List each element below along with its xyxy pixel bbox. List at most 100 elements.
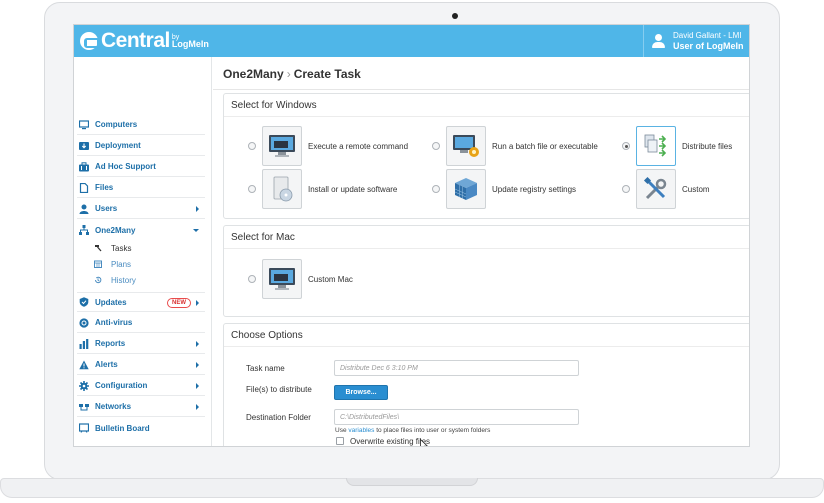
- sidebar-item-reports[interactable]: Reports: [77, 334, 205, 354]
- option-custom-mac[interactable]: Custom Mac: [248, 259, 353, 299]
- radio-button[interactable]: [622, 185, 630, 193]
- sidebar-item-one2many[interactable]: One2Many: [77, 220, 205, 240]
- user-menu[interactable]: David Gallant - LMI User of LogMeIn: [643, 25, 749, 57]
- sidebar-subitem-label: History: [111, 275, 136, 285]
- section-title: Select for Mac: [231, 232, 295, 243]
- sidebar-item-anti-virus[interactable]: Anti-virus: [77, 313, 205, 333]
- sidebar-item-deployment[interactable]: Deployment: [77, 136, 205, 156]
- option-label: Install or update software: [308, 184, 398, 194]
- option-run-batch-file[interactable]: Run a batch file or executable: [432, 126, 598, 166]
- chevron-right-icon: [196, 206, 199, 212]
- sidebar-item-label: Computers: [95, 120, 138, 129]
- browse-button[interactable]: Browse...: [334, 385, 388, 400]
- sidebar-subitem-label: Tasks: [111, 243, 132, 253]
- radio-button[interactable]: [432, 142, 440, 150]
- chevron-right-icon: [196, 341, 199, 347]
- gear-icon: [79, 380, 89, 391]
- sidebar-subitem-plans[interactable]: Plans: [94, 257, 131, 271]
- bar-chart-icon: [79, 338, 89, 349]
- chevron-right-icon: [196, 362, 199, 368]
- logo-byline: by LogMeIn: [171, 34, 209, 49]
- sidebar-item-networks[interactable]: Networks: [77, 397, 205, 417]
- chevron-down-icon: [193, 229, 199, 232]
- option-distribute-files[interactable]: Distribute files: [622, 126, 732, 166]
- sidebar-item-ad-hoc-support[interactable]: Ad Hoc Support: [77, 157, 205, 177]
- distribute-files-icon[interactable]: [636, 126, 676, 166]
- sidebar-item-configuration[interactable]: Configuration: [77, 376, 205, 396]
- task-name-label: Task name: [246, 364, 285, 373]
- user-name: David Gallant - LMI: [673, 31, 742, 40]
- sidebar-item-users[interactable]: Users: [77, 199, 205, 219]
- divider: [224, 248, 749, 249]
- install-software-icon[interactable]: [262, 169, 302, 209]
- sidebar-item-files[interactable]: Files: [77, 178, 205, 198]
- divider: [224, 116, 749, 117]
- logo-text: Central: [101, 29, 170, 52]
- breadcrumb-separator: ›: [286, 67, 291, 81]
- breadcrumb-parent[interactable]: One2Many: [223, 67, 284, 81]
- app-screen: Central by LogMeIn David Gallant - LMI U…: [73, 24, 750, 447]
- file-icon: [79, 182, 89, 193]
- option-custom[interactable]: Custom: [622, 169, 710, 209]
- board-icon: [78, 423, 90, 433]
- option-label: Distribute files: [682, 141, 733, 151]
- destination-folder-input[interactable]: C:\DistributedFiles\: [334, 409, 579, 425]
- mac-task-panel: Select for Mac Custom Mac: [223, 225, 749, 317]
- option-label: Run a batch file or executable: [492, 141, 598, 151]
- radio-button[interactable]: [622, 142, 630, 150]
- option-execute-remote-command[interactable]: Execute a remote command: [248, 126, 408, 166]
- logo-company: LogMeIn: [171, 39, 209, 49]
- custom-tools-icon[interactable]: [636, 169, 676, 209]
- execute-command-icon[interactable]: [262, 126, 302, 166]
- radio-button[interactable]: [248, 275, 256, 283]
- overwrite-label[interactable]: Overwrite existing files: [350, 437, 430, 446]
- variables-hint: Use variables to place files into user o…: [335, 427, 490, 434]
- main-content: One2Many › Create Task Select for Windows …: [213, 57, 749, 446]
- user-icon: [651, 34, 665, 48]
- top-header: Central by LogMeIn David Gallant - LMI U…: [74, 25, 749, 57]
- section-title: Select for Windows: [231, 100, 317, 111]
- user-icon: [79, 204, 89, 214]
- sidebar-item-bulletin-board[interactable]: Bulletin Board: [77, 418, 205, 438]
- history-icon: [94, 276, 102, 284]
- chevron-right-icon: [196, 404, 199, 410]
- task-name-input[interactable]: Distribute Dec 6 3:10 PM: [334, 360, 579, 376]
- sidebar-item-updates[interactable]: Updates NEW: [77, 292, 205, 312]
- option-label: Execute a remote command: [308, 141, 409, 151]
- batch-file-icon[interactable]: [446, 126, 486, 166]
- option-label: Update registry settings: [492, 184, 577, 194]
- sidebar-subitem-tasks[interactable]: Tasks: [94, 241, 131, 255]
- sidebar-item-alerts[interactable]: Alerts: [77, 355, 205, 375]
- destination-folder-label: Destination Folder: [246, 413, 311, 422]
- files-to-distribute-label: File(s) to distribute: [246, 385, 312, 394]
- download-icon: [79, 141, 89, 151]
- option-install-software[interactable]: Install or update software: [248, 169, 397, 209]
- custom-mac-icon[interactable]: [262, 259, 302, 299]
- option-update-registry[interactable]: Update registry settings: [432, 169, 576, 209]
- choose-options-panel: Choose Options Task name Distribute Dec …: [223, 323, 749, 446]
- laptop-notch: [346, 478, 478, 486]
- central-logo[interactable]: Central by LogMeIn: [80, 29, 209, 53]
- radio-button[interactable]: [432, 185, 440, 193]
- radio-button[interactable]: [248, 185, 256, 193]
- sidebar-item-label: Files: [95, 183, 114, 192]
- sidebar-subitem-label: Plans: [111, 259, 132, 269]
- chevron-right-icon: [196, 300, 199, 306]
- sidebar-subitem-history[interactable]: History: [94, 273, 136, 287]
- sidebar-item-label: Networks: [95, 402, 132, 411]
- sidebar-item-label: Deployment: [95, 141, 141, 150]
- shield-icon: [79, 297, 89, 307]
- hierarchy-icon: [79, 225, 89, 235]
- calendar-icon: [94, 260, 102, 268]
- divider: [224, 346, 749, 347]
- sidebar-item-computers[interactable]: Computers: [77, 115, 205, 135]
- sidebar-item-label: Users: [95, 204, 118, 213]
- radio-button[interactable]: [248, 142, 256, 150]
- mouse-cursor-icon: [420, 439, 428, 446]
- registry-icon[interactable]: [446, 169, 486, 209]
- breadcrumb-current: Create Task: [293, 67, 361, 81]
- sidebar-item-label: Ad Hoc Support: [95, 162, 156, 171]
- overwrite-checkbox[interactable]: [336, 437, 344, 445]
- variables-link[interactable]: variables: [348, 427, 374, 434]
- breadcrumb: One2Many › Create Task: [223, 67, 361, 81]
